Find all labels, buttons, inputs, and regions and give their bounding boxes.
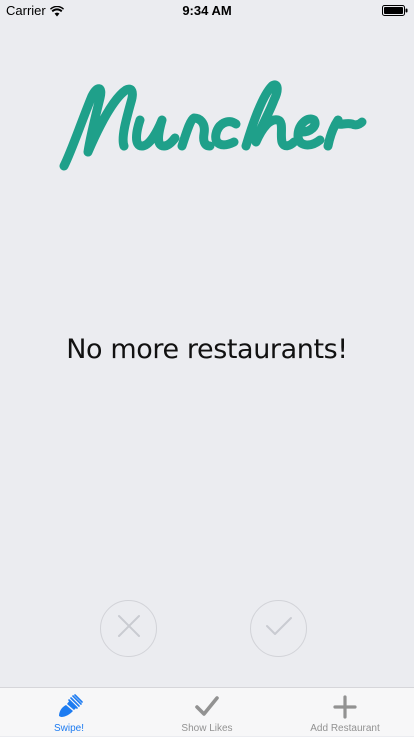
tab-add-restaurant-label: Add Restaurant [310,723,380,734]
reject-button[interactable] [100,600,157,657]
check-icon [193,694,221,720]
battery-icon [382,4,408,16]
tab-show-likes[interactable]: Show Likes [138,688,276,737]
check-icon [265,615,293,642]
swipe-icon [55,694,83,720]
close-icon [117,614,141,643]
app-logo [0,62,414,172]
tab-swipe[interactable]: Swipe! [0,688,138,737]
tab-bar: Swipe! Show Likes Add Restaurant [0,687,414,736]
tab-show-likes-label: Show Likes [181,723,233,734]
plus-icon [331,694,359,720]
tab-add-restaurant[interactable]: Add Restaurant [276,688,414,737]
empty-state-message: No more restaurants! [66,334,348,365]
accept-button[interactable] [250,600,307,657]
tab-swipe-label: Swipe! [53,723,84,734]
status-bar: Carrier 9:34 AM [0,0,414,20]
status-time: 9:34 AM [182,3,232,18]
